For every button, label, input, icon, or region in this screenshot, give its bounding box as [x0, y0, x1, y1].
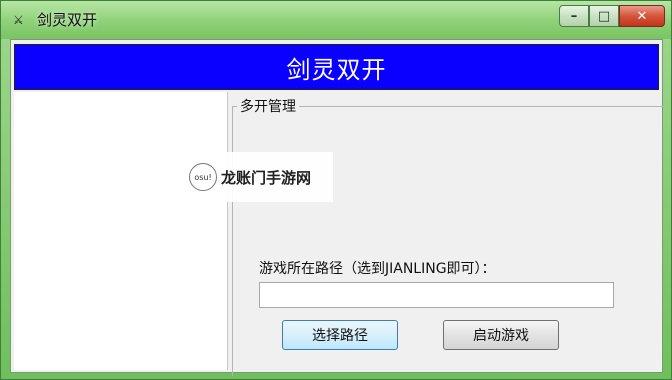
group-title: 多开管理 — [237, 96, 299, 116]
minimize-icon: – — [570, 8, 578, 24]
game-path-input[interactable] — [259, 282, 614, 308]
caption-buttons: – □ ✕ — [559, 5, 665, 27]
maximize-icon: □ — [597, 8, 611, 24]
banner-title: 剑灵双开 — [286, 55, 387, 84]
select-path-button[interactable]: 选择路径 — [282, 320, 398, 350]
sword-app-icon: ⚔ — [13, 13, 24, 27]
minimize-button[interactable]: – — [559, 5, 589, 27]
watermark-text: 龙账门手游网 — [221, 168, 312, 187]
client-area: 剑灵双开 多开管理 osu! 龙账门手游网 游戏所在路径（选到JIANLING即… — [10, 39, 664, 376]
start-game-button[interactable]: 启动游戏 — [443, 320, 559, 350]
close-icon: ✕ — [636, 8, 648, 24]
header-banner: 剑灵双开 — [14, 44, 659, 90]
game-path-label: 游戏所在路径（选到JIANLING即可）： — [259, 261, 496, 277]
account-list-panel[interactable] — [14, 92, 228, 370]
title-bar[interactable]: ⚔ 剑灵双开 – □ ✕ — [1, 1, 671, 39]
window-title: 剑灵双开 — [37, 11, 98, 29]
watermark: osu! 龙账门手游网 — [183, 152, 333, 202]
watermark-logo-icon: osu! — [189, 163, 217, 191]
maximize-button[interactable]: □ — [589, 5, 619, 27]
app-window: ⚔ 剑灵双开 – □ ✕ 剑灵双开 多开管理 osu! 龙账门手游网 游戏所在路… — [0, 0, 672, 380]
close-button[interactable]: ✕ — [619, 5, 665, 27]
